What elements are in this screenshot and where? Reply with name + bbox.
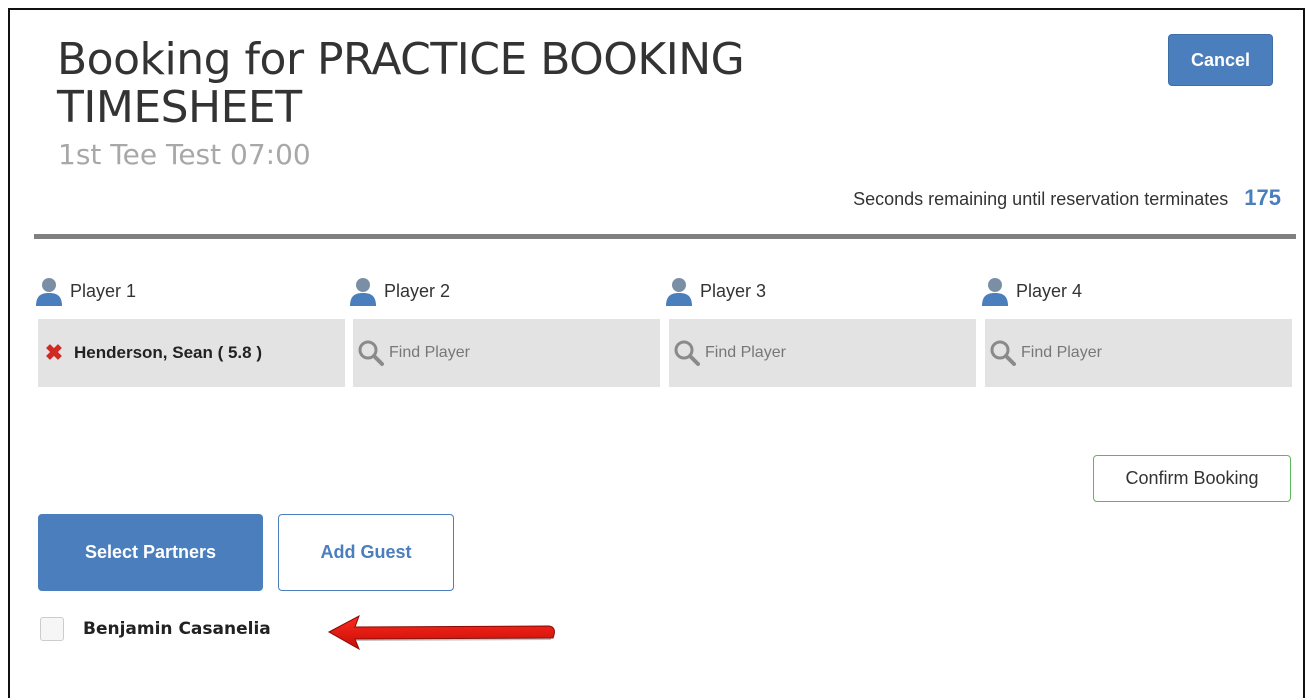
divider	[34, 234, 1296, 239]
user-icon	[666, 278, 692, 306]
add-guest-button[interactable]: Add Guest	[278, 514, 454, 591]
player-slot-3[interactable]: Find Player	[669, 319, 976, 387]
timer-count: 175	[1244, 185, 1281, 210]
confirm-booking-button[interactable]: Confirm Booking	[1093, 455, 1291, 502]
partner-checkbox[interactable]	[40, 617, 64, 641]
player-label: Player 2	[384, 280, 451, 301]
search-icon	[358, 340, 384, 366]
user-icon	[982, 278, 1008, 306]
player-name: Henderson, Sean ( 5.8 )	[74, 343, 262, 362]
find-player-input[interactable]: Find Player	[389, 344, 470, 362]
search-icon	[674, 340, 700, 366]
player-slot-2[interactable]: Find Player	[353, 319, 660, 387]
player-slot-4[interactable]: Find Player	[985, 319, 1292, 387]
close-icon[interactable]: ✖	[42, 340, 66, 366]
player-label: Player 3	[700, 280, 767, 301]
annotation-arrow-icon	[327, 614, 555, 651]
player-slot-1: ✖ Henderson, Sean ( 5.8 )	[38, 319, 345, 387]
search-icon	[990, 340, 1016, 366]
page-subtitle: 1st Tee Test 07:00	[58, 138, 311, 171]
find-player-input[interactable]: Find Player	[1021, 344, 1102, 362]
user-icon	[36, 278, 62, 306]
player-column-1: Player 1	[34, 276, 340, 306]
page-title: Booking for PRACTICE BOOKING TIMESHEET	[57, 34, 745, 133]
find-player-input[interactable]: Find Player	[705, 344, 786, 362]
reservation-timer: Seconds remaining until reservation term…	[853, 185, 1281, 211]
player-label: Player 1	[70, 280, 137, 301]
player-column-2: Player 2	[348, 276, 654, 306]
player-column-4: Player 4	[980, 276, 1286, 306]
player-column-3: Player 3	[664, 276, 970, 306]
partner-name: Benjamin Casanelia	[83, 619, 271, 639]
select-partners-button[interactable]: Select Partners	[38, 514, 263, 591]
cancel-button[interactable]: Cancel	[1168, 34, 1273, 86]
timer-label: Seconds remaining until reservation term…	[853, 189, 1229, 209]
player-label: Player 4	[1016, 280, 1083, 301]
user-icon	[350, 278, 376, 306]
